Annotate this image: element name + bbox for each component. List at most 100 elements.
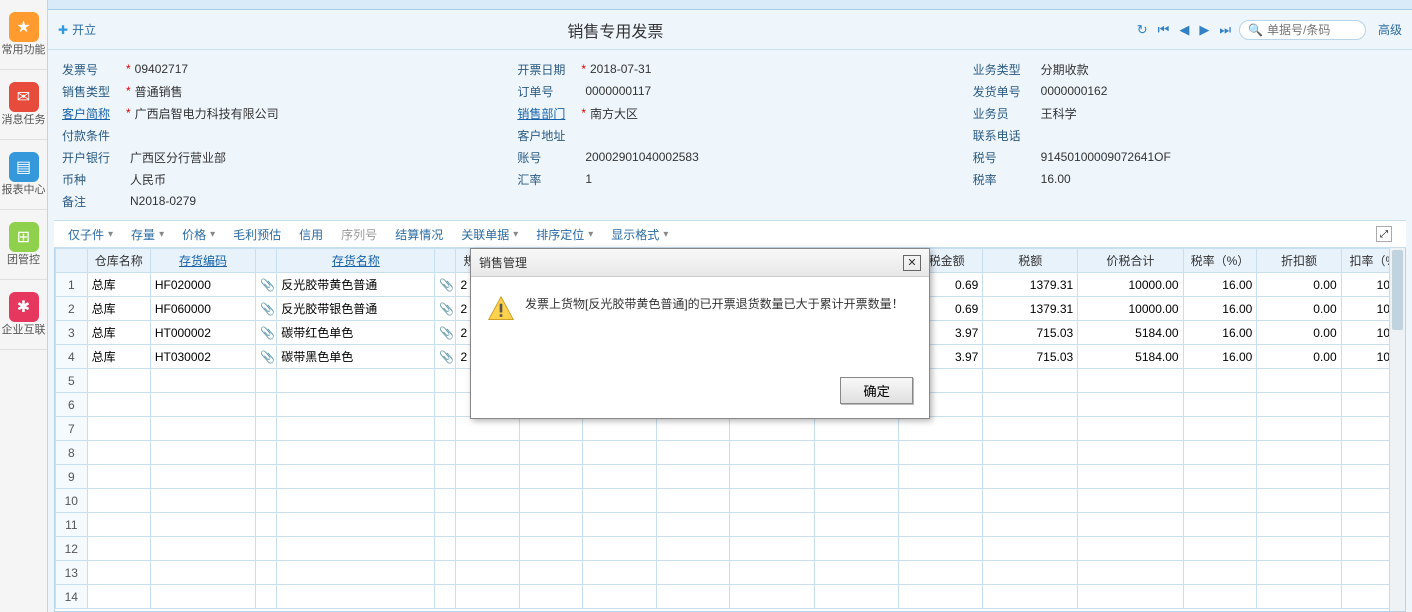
column-header[interactable]: 价税合计 — [1078, 249, 1183, 273]
column-header[interactable]: 存货编码 — [150, 249, 255, 273]
column-header[interactable]: 税率（%） — [1183, 249, 1257, 273]
form-value[interactable]: N2018-0279 — [130, 194, 487, 208]
form-value[interactable]: 20002901040002583 — [585, 150, 942, 164]
column-header[interactable] — [435, 249, 456, 273]
form-label: 开户银行 — [62, 149, 122, 166]
cell: 📎 — [256, 273, 277, 297]
column-header[interactable]: 税额 — [983, 249, 1078, 273]
table-row[interactable]: 14 — [56, 585, 1405, 609]
plus-icon[interactable]: ✚ — [58, 23, 68, 37]
alert-dialog: 销售管理 ✕ 发票上货物[反光胶带黄色普通]的已开票退货数量已大于累计开票数量！… — [470, 248, 930, 419]
cell — [1078, 441, 1183, 465]
sidebar-item-grid[interactable]: ⊞团管控 — [0, 210, 47, 280]
column-header[interactable]: 仓库名称 — [87, 249, 150, 273]
table-row[interactable]: 8 — [56, 441, 1405, 465]
cell — [814, 513, 898, 537]
toolbar-item[interactable]: 显示格式 — [611, 226, 668, 243]
attachment-icon[interactable]: 📎 — [260, 302, 275, 316]
form-value[interactable]: 09402717 — [135, 62, 488, 76]
attachment-icon[interactable]: 📎 — [439, 350, 454, 364]
attachment-icon[interactable]: 📎 — [260, 350, 275, 364]
cell — [256, 585, 277, 609]
cell — [150, 489, 255, 513]
sidebar-item-chart[interactable]: ▤报表中心 — [0, 140, 47, 210]
attachment-icon[interactable]: 📎 — [439, 326, 454, 340]
toolbar-item[interactable]: 排序定位 — [536, 226, 593, 243]
cell: 5184.00 — [1078, 345, 1183, 369]
cell — [582, 489, 656, 513]
open-label[interactable]: 开立 — [72, 21, 96, 38]
advanced-link[interactable]: 高级 — [1378, 21, 1402, 38]
column-header[interactable] — [56, 249, 88, 273]
search-input[interactable] — [1267, 23, 1357, 37]
form-label[interactable]: 销售部门 — [517, 105, 577, 122]
form-value[interactable]: 广西区分行营业部 — [130, 149, 487, 166]
form-value[interactable]: 普通销售 — [135, 83, 488, 100]
vertical-scrollbar[interactable] — [1389, 248, 1405, 611]
sidebar-item-mail[interactable]: ✉消息任务 — [0, 70, 47, 140]
first-icon[interactable]: ⏮ — [1156, 22, 1172, 38]
cell: 0.00 — [1257, 345, 1341, 369]
toolbar-item[interactable]: 毛利预估 — [233, 226, 281, 243]
form-label[interactable]: 客户简称 — [62, 105, 122, 122]
attachment-icon[interactable]: 📎 — [439, 302, 454, 316]
column-header[interactable]: 存货名称 — [277, 249, 435, 273]
cell — [656, 537, 730, 561]
toolbar-item[interactable]: 关联单据 — [461, 226, 518, 243]
toolbar-item[interactable]: 序列号 — [341, 226, 377, 243]
toolbar-item[interactable]: 存量 — [131, 226, 164, 243]
form-row: 客户简称*广西启智电力科技有限公司 — [62, 102, 487, 124]
last-icon[interactable]: ⏭ — [1217, 22, 1233, 38]
required-mark: * — [126, 84, 131, 98]
form-value[interactable]: 王科学 — [1041, 105, 1398, 122]
refresh-icon[interactable]: ↻ — [1135, 22, 1150, 38]
form-value[interactable]: 人民币 — [130, 171, 487, 188]
cell — [1183, 561, 1257, 585]
form-value[interactable]: 2018-07-31 — [590, 62, 943, 76]
cell — [1078, 393, 1183, 417]
form-value[interactable]: 分期收款 — [1041, 61, 1398, 78]
table-row[interactable]: 12 — [56, 537, 1405, 561]
toolbar-item[interactable]: 信用 — [299, 226, 323, 243]
attachment-icon[interactable]: 📎 — [260, 278, 275, 292]
table-row[interactable]: 9 — [56, 465, 1405, 489]
cell: 4 — [56, 345, 88, 369]
form-row: 业务员王科学 — [973, 102, 1398, 124]
sidebar-item-star[interactable]: ★常用功能 — [0, 0, 47, 70]
form-row: 客户地址 — [517, 124, 942, 146]
table-row[interactable]: 10 — [56, 489, 1405, 513]
search-box[interactable]: 🔍 — [1239, 20, 1366, 40]
form-value[interactable]: 0000000162 — [1041, 84, 1398, 98]
cell — [730, 585, 814, 609]
sidebar-item-net[interactable]: ✱企业互联 — [0, 280, 47, 350]
table-row[interactable]: 11 — [56, 513, 1405, 537]
column-header[interactable] — [256, 249, 277, 273]
column-header[interactable]: 折扣额 — [1257, 249, 1341, 273]
toolbar-item[interactable]: 结算情况 — [395, 226, 443, 243]
form-row: 税号91450100009072641OF — [973, 146, 1398, 168]
form-value[interactable]: 0000000117 — [585, 84, 942, 98]
attachment-icon[interactable]: 📎 — [260, 326, 275, 340]
cell — [983, 489, 1078, 513]
cell — [814, 489, 898, 513]
ok-button[interactable]: 确定 — [840, 377, 913, 404]
form-value[interactable]: 1 — [585, 172, 942, 186]
form-value[interactable]: 广西启智电力科技有限公司 — [135, 105, 488, 122]
close-icon[interactable]: ✕ — [903, 255, 921, 271]
form-label: 发货单号 — [973, 83, 1033, 100]
cell: HF060000 — [150, 297, 255, 321]
table-row[interactable]: 13 — [56, 561, 1405, 585]
attachment-icon[interactable]: 📎 — [439, 278, 454, 292]
table-row[interactable]: 7 — [56, 417, 1405, 441]
form-value[interactable]: 91450100009072641OF — [1041, 150, 1398, 164]
form-value[interactable]: 16.00 — [1041, 172, 1398, 186]
prev-icon[interactable]: ◀ — [1177, 22, 1191, 38]
expand-icon[interactable]: ⤢ — [1376, 226, 1392, 242]
next-icon[interactable]: ▶ — [1197, 22, 1211, 38]
form-label: 客户地址 — [517, 127, 577, 144]
cell: 📎 — [256, 345, 277, 369]
cell — [277, 489, 435, 513]
toolbar-item[interactable]: 价格 — [182, 226, 215, 243]
toolbar-item[interactable]: 仅子件 — [68, 226, 113, 243]
form-value[interactable]: 南方大区 — [590, 105, 943, 122]
